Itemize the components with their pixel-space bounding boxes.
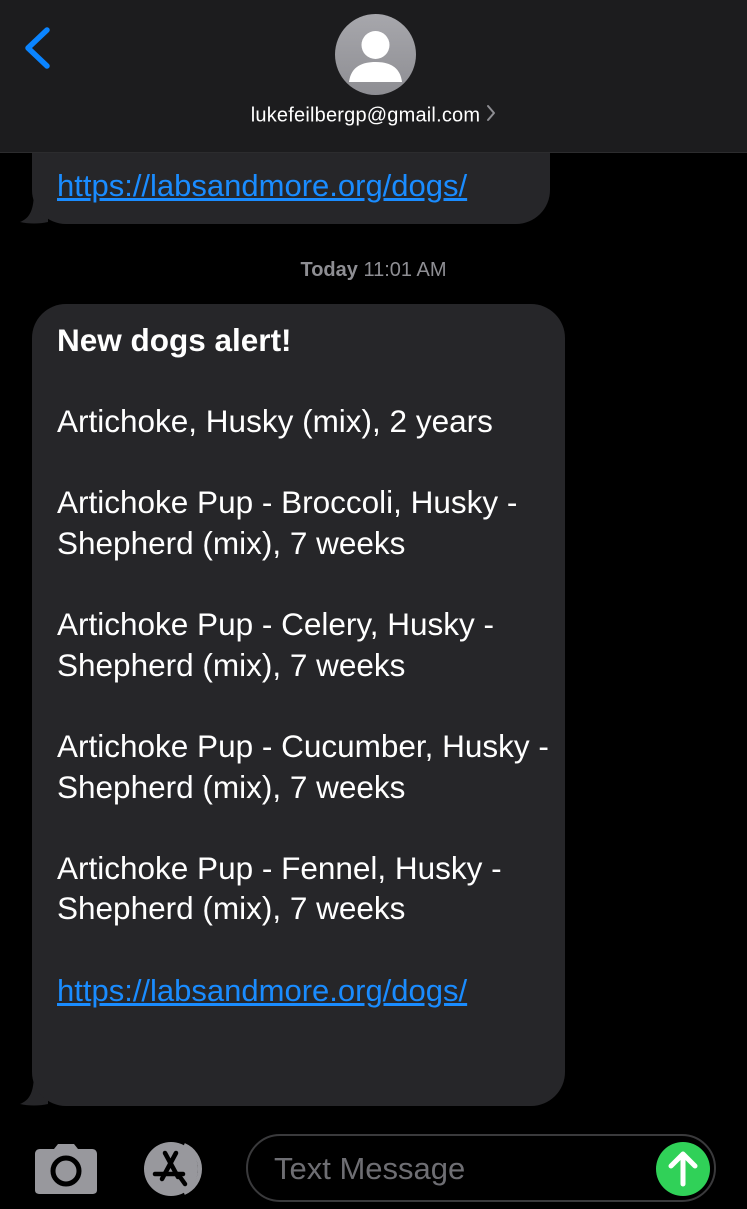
camera-button[interactable] [34,1143,98,1195]
back-button[interactable] [18,24,58,72]
message-line: Artichoke, Husky (mix), 2 years [57,403,493,440]
message-body: New dogs alert! Artichoke, Husky (mix), … [57,320,552,1011]
conversation-header: lukefeilbergp@gmail.com [0,0,747,153]
app-store-button[interactable] [138,1141,214,1197]
chevron-right-icon [486,104,496,128]
message-line: Artichoke Pup - Cucumber, Husky - Shephe… [57,727,549,805]
send-button[interactable] [656,1142,710,1196]
message-line: Artichoke Pup - Celery, Husky - Shepherd… [57,606,495,683]
message-timestamp: Today 11:01 AM [0,259,747,282]
message-input[interactable] [272,1144,646,1194]
message-link[interactable]: https://labsandmore.org/dogs/ [57,168,467,204]
back-chevron-icon [25,27,50,69]
message-line: Artichoke Pup - Fennel, Husky - Shepherd… [57,849,502,927]
contact-avatar[interactable] [335,14,416,95]
app-store-icon [144,1142,202,1196]
camera-icon [35,1144,97,1194]
avatar-icon [349,31,402,82]
timestamp-time: 11:01 AM [363,259,447,281]
message-bubble[interactable]: New dogs alert! Artichoke, Husky (mix), … [32,304,565,1106]
timestamp-day: Today [300,259,358,281]
message-title: New dogs alert! [57,322,292,358]
contact-name-button[interactable]: lukefeilbergp@gmail.com [0,104,747,128]
message-line: Artichoke Pup - Broccoli, Husky - Shephe… [57,484,518,561]
message-input-container [246,1134,716,1202]
send-arrow-icon [668,1151,698,1187]
message-link[interactable]: https://labsandmore.org/dogs/ [57,973,467,1008]
contact-name: lukefeilbergp@gmail.com [250,104,481,127]
